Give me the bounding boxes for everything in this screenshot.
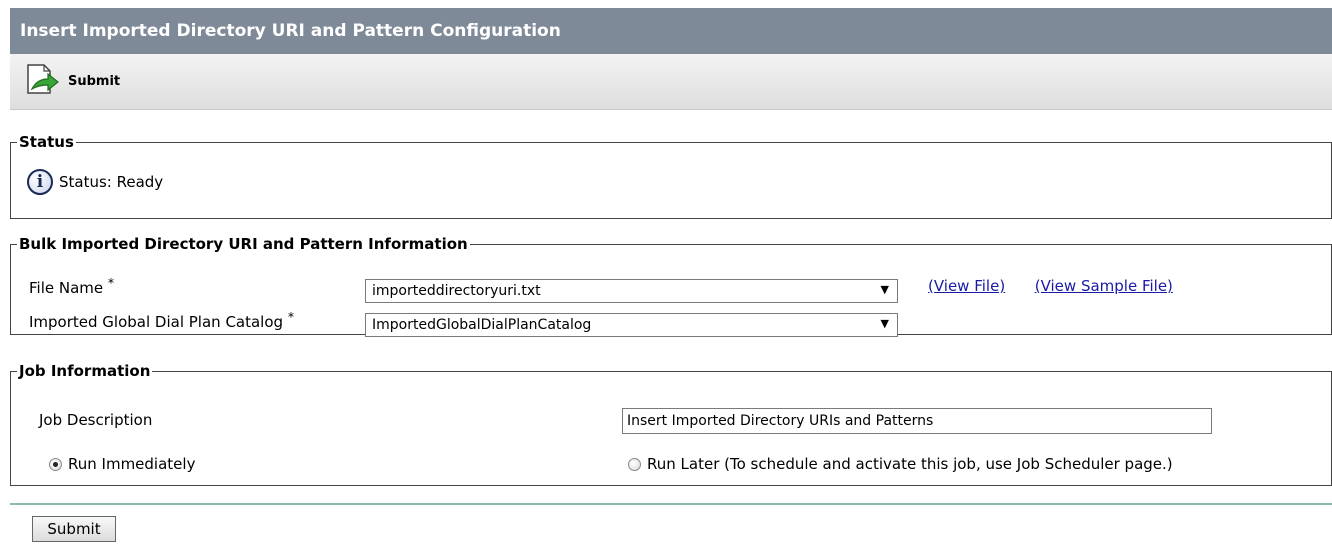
catalog-select[interactable]: ImportedGlobalDialPlanCatalog ▼ — [365, 313, 898, 337]
page-title-bar: Insert Imported Directory URI and Patter… — [10, 8, 1332, 54]
catalog-label: Imported Global Dial Plan Catalog — [29, 313, 284, 331]
required-marker: * — [107, 275, 115, 290]
file-name-value: importeddirectoryuri.txt — [372, 283, 541, 299]
toolbar-submit-label: Submit — [68, 74, 121, 89]
submit-button[interactable]: Submit — [32, 516, 116, 542]
status-text: Status: Ready — [59, 173, 164, 191]
file-name-select[interactable]: importeddirectoryuri.txt ▼ — [365, 279, 898, 303]
page-title: Insert Imported Directory URI and Patter… — [20, 21, 561, 41]
status-section: Status i Status: Ready — [10, 133, 1332, 219]
info-icon: i — [27, 169, 53, 195]
arrow-right-page-icon — [24, 63, 60, 101]
catalog-value: ImportedGlobalDialPlanCatalog — [372, 317, 592, 333]
job-description-label: Job Description — [39, 411, 153, 429]
bulk-info-section: Bulk Imported Directory URI and Pattern … — [10, 235, 1332, 337]
toolbar: Submit — [10, 54, 1332, 110]
view-sample-file-link[interactable]: (View Sample File) — [1035, 277, 1173, 295]
run-later-label: Run Later (To schedule and activate this… — [647, 455, 1173, 473]
run-immediately-radio[interactable] — [49, 457, 62, 471]
run-later-option[interactable]: Run Later (To schedule and activate this… — [628, 455, 1173, 473]
catalog-label-row: Imported Global Dial Plan Catalog * — [29, 309, 294, 331]
toolbar-submit-button[interactable]: Submit — [24, 63, 120, 101]
status-legend: Status — [19, 133, 74, 151]
job-legend: Job Information — [19, 362, 151, 380]
bulk-legend: Bulk Imported Directory URI and Pattern … — [19, 235, 468, 253]
required-marker: * — [287, 309, 295, 324]
view-file-link[interactable]: (View File) — [928, 277, 1005, 295]
run-later-radio[interactable] — [628, 457, 641, 471]
file-name-label: File Name — [29, 279, 104, 297]
run-immediately-option[interactable]: Run Immediately — [49, 455, 195, 473]
chevron-down-icon: ▼ — [880, 317, 889, 330]
chevron-down-icon: ▼ — [880, 283, 889, 296]
job-description-input[interactable]: Insert Imported Directory URIs and Patte… — [622, 408, 1212, 434]
section-divider — [10, 503, 1332, 505]
run-immediately-label: Run Immediately — [68, 455, 196, 473]
job-info-section: Job Information Job Description Insert I… — [10, 362, 1332, 486]
file-name-label-row: File Name * — [29, 275, 114, 297]
job-description-value: Insert Imported Directory URIs and Patte… — [627, 413, 934, 429]
